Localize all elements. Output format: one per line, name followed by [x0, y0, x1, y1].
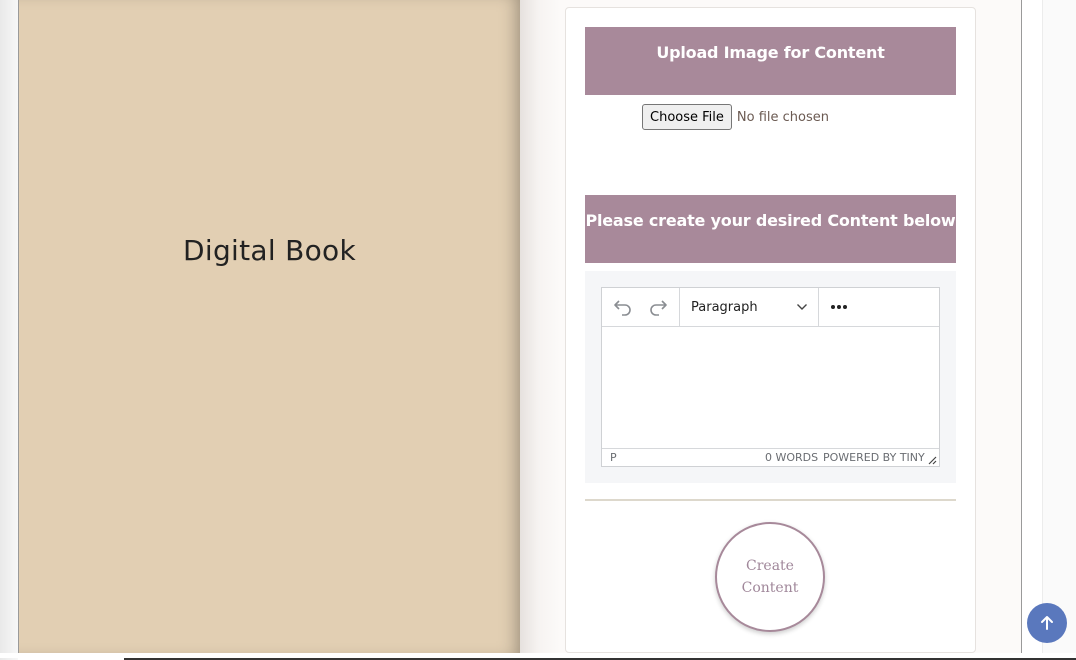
- block-format-select[interactable]: Paragraph: [680, 288, 818, 326]
- file-input[interactable]: Choose File No file chosen: [642, 104, 829, 130]
- more-button[interactable]: [824, 288, 854, 326]
- left-page: Digital Book: [19, 0, 520, 653]
- book-title: Digital Book: [183, 234, 356, 267]
- content-header: Please create your desired Content below: [585, 195, 956, 263]
- divider: [585, 499, 956, 501]
- editor-statusbar: P 0 WORDS POWERED BY TINY: [602, 448, 939, 466]
- chevron-down-icon: [797, 304, 807, 310]
- arrow-up-icon: [1041, 616, 1053, 630]
- powered-by-link[interactable]: POWERED BY TINY: [823, 451, 925, 464]
- editor-toolbar: Paragraph: [602, 288, 939, 327]
- choose-file-button[interactable]: Choose File: [642, 104, 732, 130]
- toolbar-separator: [818, 288, 819, 326]
- redo-button[interactable]: [645, 288, 671, 326]
- scroll-to-top-button[interactable]: [1027, 603, 1067, 643]
- more-icon: [831, 305, 847, 309]
- page-gutter-left: [0, 0, 18, 660]
- create-content-label: Create Content: [741, 558, 799, 596]
- rich-text-editor[interactable]: Paragraph P 0 WORDS POWERED BY TINY: [601, 287, 940, 467]
- element-path[interactable]: P: [610, 451, 617, 464]
- undo-button[interactable]: [610, 288, 636, 326]
- word-count[interactable]: 0 WORDS: [765, 451, 818, 464]
- block-format-label: Paragraph: [691, 300, 758, 315]
- redo-icon: [650, 300, 667, 316]
- page-gutter-right: [1042, 0, 1076, 660]
- undo-icon: [614, 300, 631, 316]
- upload-header: Upload Image for Content: [585, 27, 956, 95]
- file-status: No file chosen: [736, 109, 829, 125]
- create-content-button[interactable]: Create Content: [715, 522, 825, 632]
- resize-handle-icon[interactable]: [928, 456, 937, 465]
